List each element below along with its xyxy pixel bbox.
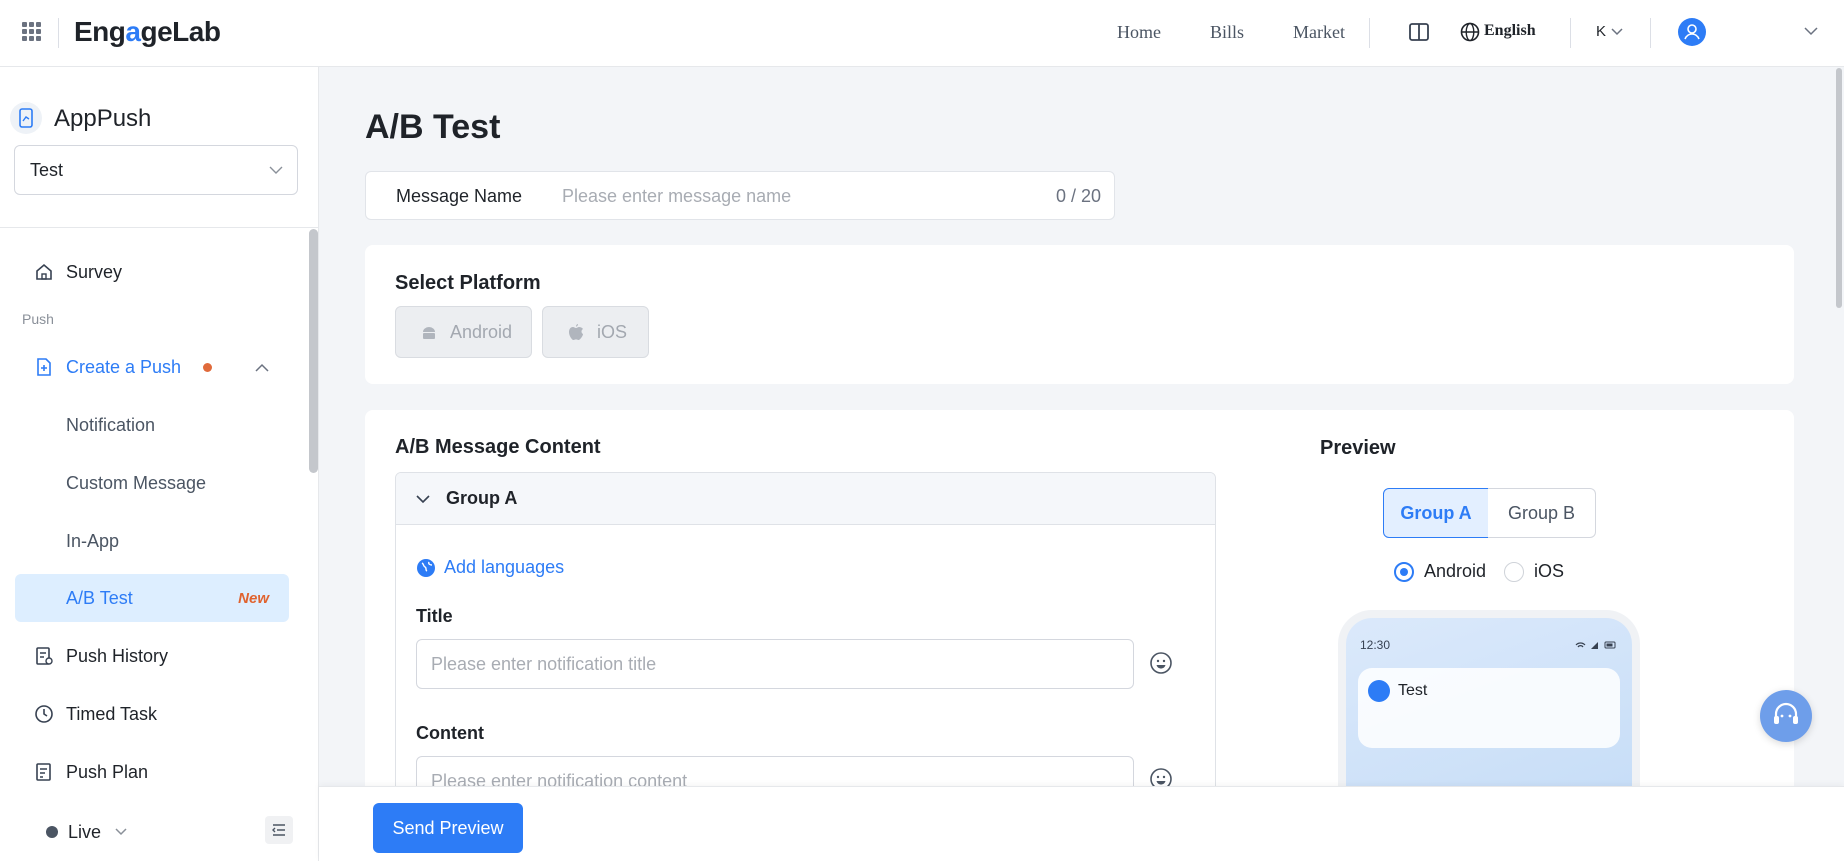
sidebar-item-push-plan[interactable]: Push Plan: [15, 748, 289, 796]
top-bar: EngageLab Home Bills Market English K: [0, 0, 1844, 67]
environment-selector[interactable]: Live: [46, 820, 127, 844]
platform-android-button[interactable]: Android: [395, 306, 532, 358]
notification-title-input[interactable]: [416, 639, 1134, 689]
page-title: A/B Test: [365, 108, 501, 146]
content-label: Content: [416, 723, 484, 743]
section-label-push: Push: [22, 311, 54, 327]
phone-time: 12:30: [1360, 638, 1391, 652]
content-section-title: A/B Message Content: [395, 436, 601, 458]
phone-status-icons: [1575, 641, 1616, 649]
chevron-up-icon: [255, 363, 269, 372]
user-icon: [1684, 24, 1700, 40]
add-languages-link[interactable]: Add languages: [416, 557, 564, 578]
history-doc-icon: [36, 647, 53, 665]
globe-icon: [1460, 22, 1480, 42]
page-scrollbar[interactable]: [1836, 68, 1842, 308]
chevron-down-icon: [416, 495, 430, 504]
chevron-down-icon: [115, 828, 127, 836]
sidebar-item-create-push[interactable]: Create a Push: [15, 343, 289, 391]
apple-icon: [569, 324, 583, 340]
status-dot: [46, 826, 58, 838]
preview-ios-radio[interactable]: iOS: [1504, 561, 1564, 582]
sidebar-item-custom-message[interactable]: Custom Message: [15, 459, 289, 507]
message-name-field: Message Name 0 / 20: [365, 171, 1115, 220]
phone-preview: 12:30 Test: [1338, 610, 1640, 810]
group-a-header[interactable]: Group A: [396, 473, 1215, 525]
sidebar-scrollbar[interactable]: [309, 229, 318, 473]
sidebar-item-notification[interactable]: Notification: [15, 401, 289, 449]
emoji-icon[interactable]: [1149, 651, 1173, 675]
nav-market[interactable]: Market: [1293, 22, 1345, 43]
bottom-action-bar: Send Preview: [319, 786, 1844, 861]
android-icon: [423, 327, 435, 339]
divider: [1650, 18, 1651, 48]
clock-icon: [35, 705, 53, 723]
message-name-input[interactable]: [562, 180, 1002, 212]
home-icon: [36, 263, 52, 280]
platform-ios-button[interactable]: iOS: [542, 306, 649, 358]
sidebar-item-ab-test[interactable]: A/B Test New: [15, 574, 289, 622]
app-title: AppPush: [54, 105, 152, 132]
divider: [58, 18, 59, 48]
headset-icon: [1774, 702, 1798, 724]
sidebar-item-timed-task[interactable]: Timed Task: [15, 690, 289, 738]
chevron-down-icon[interactable]: [1611, 28, 1623, 36]
language-selector[interactable]: English: [1484, 22, 1536, 40]
app-notification-icon: [1368, 680, 1390, 702]
notification-preview-title: Test: [1398, 682, 1428, 699]
app-icon: [10, 102, 42, 134]
customer-support-button[interactable]: [1760, 690, 1812, 742]
plan-doc-icon: [36, 763, 51, 781]
group-a-panel: Group A Add languages Title Content: [395, 472, 1216, 792]
divider: [0, 227, 319, 228]
platform-title: Select Platform: [395, 272, 541, 294]
chevron-down-icon: [269, 166, 283, 174]
send-preview-button[interactable]: Send Preview: [373, 803, 523, 853]
sidebar-item-push-history[interactable]: Push History: [15, 632, 289, 680]
preview-title: Preview: [1320, 437, 1396, 459]
account-switcher[interactable]: K: [1596, 23, 1606, 40]
char-counter: 0 / 20: [1055, 186, 1101, 206]
new-badge: New: [238, 589, 269, 607]
file-plus-icon: [37, 358, 51, 376]
menu-fold-icon: [272, 824, 285, 836]
collapse-sidebar-button[interactable]: [265, 816, 293, 844]
sidebar-item-in-app[interactable]: In-App: [15, 517, 289, 565]
chevron-down-icon[interactable]: [1804, 26, 1818, 36]
user-avatar[interactable]: [1678, 18, 1706, 46]
app-select-dropdown[interactable]: Test: [14, 145, 298, 195]
brand-logo[interactable]: EngageLab: [74, 16, 221, 48]
message-name-label: Message Name: [396, 186, 523, 206]
apps-grid-icon[interactable]: [22, 22, 42, 42]
nav-bills[interactable]: Bills: [1210, 22, 1244, 43]
docs-book-icon[interactable]: [1408, 22, 1430, 42]
preview-group-a-tab[interactable]: Group A: [1383, 488, 1489, 538]
nav-home[interactable]: Home: [1117, 22, 1161, 43]
sidebar-item-survey[interactable]: Survey: [15, 248, 289, 296]
unread-dot: [203, 363, 212, 372]
globe-icon: [417, 558, 435, 577]
divider: [1570, 18, 1571, 48]
sidebar: AppPush Test Survey Push Create a Push N…: [0, 67, 319, 861]
preview-android-radio[interactable]: Android: [1394, 561, 1486, 582]
notification-preview-card: Test: [1358, 668, 1620, 748]
preview-group-b-tab[interactable]: Group B: [1488, 488, 1596, 538]
divider: [1369, 18, 1370, 48]
title-label: Title: [416, 606, 453, 626]
